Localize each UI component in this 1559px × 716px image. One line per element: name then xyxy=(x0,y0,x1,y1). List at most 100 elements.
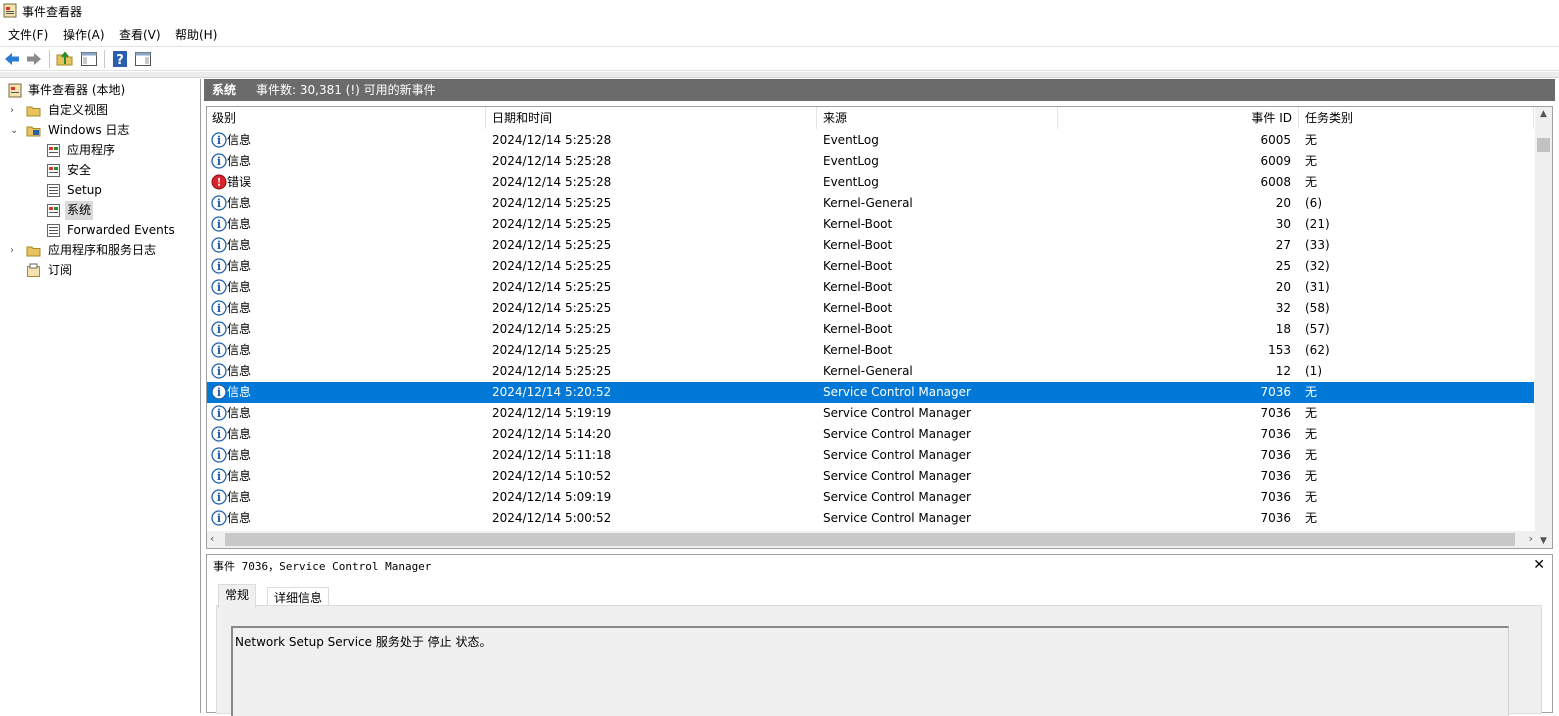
scroll-thumb[interactable] xyxy=(1537,138,1550,152)
horizontal-scrollbar[interactable]: ‹ › xyxy=(207,531,1536,548)
event-row[interactable]: i 信息 2024/12/14 5:25:25 Kernel-Boot 18 (57) xyxy=(207,319,1534,340)
column-header-event-id[interactable]: 事件 ID xyxy=(1059,107,1299,129)
event-row[interactable]: i 信息 2024/12/14 5:25:28 EventLog 6005 无 xyxy=(207,130,1534,151)
info-icon: i xyxy=(211,153,227,169)
scroll-down-icon[interactable]: ▼ xyxy=(1535,536,1552,546)
event-row[interactable]: i 信息 2024/12/14 5:25:25 Kernel-Boot 20 (31) xyxy=(207,277,1534,298)
event-level: 信息 xyxy=(227,511,252,525)
back-arrow-icon[interactable] xyxy=(3,50,21,68)
show-hide-tree-icon[interactable] xyxy=(80,50,98,68)
event-datetime: 2024/12/14 5:25:28 xyxy=(492,154,612,168)
event-task-category: 无 xyxy=(1305,469,1318,483)
event-level: 信息 xyxy=(227,343,252,357)
event-source: Kernel-Boot xyxy=(823,259,893,273)
scroll-up-icon[interactable]: ▲ xyxy=(1535,109,1552,119)
event-source: Service Control Manager xyxy=(823,448,971,462)
event-task-category: (57) xyxy=(1305,322,1330,336)
event-level: 信息 xyxy=(227,469,252,483)
event-row[interactable]: i 信息 2024/12/14 5:10:52 Service Control Man… xyxy=(207,466,1534,487)
event-source: Kernel-Boot xyxy=(823,280,893,294)
event-datetime: 2024/12/14 5:25:25 xyxy=(492,301,612,315)
svg-text:i: i xyxy=(217,155,221,168)
scroll-thumb[interactable] xyxy=(225,533,1515,546)
event-level: 信息 xyxy=(227,301,252,315)
tree-label: 自定义视图 xyxy=(48,103,109,117)
folder-icon xyxy=(26,246,41,257)
menu-help[interactable]: 帮助(H) xyxy=(175,26,217,43)
tree-label: 安全 xyxy=(67,163,92,177)
event-row[interactable]: i 信息 2024/12/14 5:20:52 Service Control Man… xyxy=(207,382,1534,403)
event-row[interactable]: i 信息 2024/12/14 5:00:52 Service Control Man… xyxy=(207,508,1534,529)
event-level: 信息 xyxy=(227,280,252,294)
event-task-category: (6) xyxy=(1305,196,1322,210)
event-row[interactable]: i 信息 2024/12/14 5:25:25 Kernel-Boot 153 (62) xyxy=(207,340,1534,361)
menu-file[interactable]: 文件(F) xyxy=(8,26,48,43)
event-row[interactable]: i 信息 2024/12/14 5:25:25 Kernel-Boot 25 (32) xyxy=(207,256,1534,277)
folder-up-icon[interactable] xyxy=(56,50,74,68)
event-datetime: 2024/12/14 5:25:28 xyxy=(492,175,612,189)
svg-text:i: i xyxy=(217,365,221,378)
event-id: 153 xyxy=(1268,343,1291,357)
tree-label: Windows 日志 xyxy=(48,123,130,137)
event-row[interactable]: i 信息 2024/12/14 5:11:18 Service Control Man… xyxy=(207,445,1534,466)
vertical-scrollbar[interactable]: ▲ ▼ xyxy=(1535,107,1552,548)
tree-label: 应用程序和服务日志 xyxy=(48,243,157,257)
svg-text:i: i xyxy=(217,239,221,252)
event-message[interactable]: Network Setup Service 服务处于 停止 状态。 xyxy=(231,626,1509,716)
column-header-source[interactable]: 来源 xyxy=(818,107,1058,129)
info-icon: i xyxy=(211,216,227,232)
info-icon: i xyxy=(211,510,227,526)
event-list[interactable]: 级别 日期和时间 来源 事件 ID 任务类别 i 信息 2024/12/14 5:2… xyxy=(206,106,1553,549)
event-row[interactable]: i 信息 2024/12/14 5:25:25 Kernel-General 12 (1) xyxy=(207,361,1534,382)
event-id: 7036 xyxy=(1260,406,1291,420)
event-source: Kernel-General xyxy=(823,196,913,210)
event-row[interactable]: i 信息 2024/12/14 5:25:25 Kernel-Boot 30 (21) xyxy=(207,214,1534,235)
forward-arrow-icon[interactable] xyxy=(25,50,43,68)
folder-icon xyxy=(26,126,41,137)
event-row[interactable]: i 信息 2024/12/14 5:25:25 Kernel-Boot 27 (33) xyxy=(207,235,1534,256)
event-row[interactable]: i 信息 2024/12/14 5:19:19 Service Control Man… xyxy=(207,403,1534,424)
event-task-category: (21) xyxy=(1305,217,1330,231)
expand-arrow-icon[interactable]: › xyxy=(10,101,20,120)
error-icon: ! xyxy=(211,174,227,190)
event-level: 信息 xyxy=(227,217,252,231)
tab-general[interactable]: 常规 xyxy=(218,584,257,608)
event-source: Kernel-Boot xyxy=(823,238,893,252)
event-row[interactable]: i 信息 2024/12/14 5:25:28 EventLog 6009 无 xyxy=(207,151,1534,172)
event-id: 18 xyxy=(1275,322,1291,336)
log-icon xyxy=(47,224,60,237)
menu-view[interactable]: 查看(V) xyxy=(119,26,161,43)
event-row[interactable]: i 信息 2024/12/14 5:25:25 Kernel-General 20 (6) xyxy=(207,193,1534,214)
column-header-level[interactable]: 级别 xyxy=(207,107,486,129)
menu-bar: 文件(F) 操作(A) 查看(V) 帮助(H) xyxy=(0,23,1559,43)
show-hide-action-pane-icon[interactable] xyxy=(134,50,152,68)
expand-arrow-icon[interactable]: › xyxy=(10,241,20,260)
info-icon: i xyxy=(211,237,227,253)
event-datetime: 2024/12/14 5:25:25 xyxy=(492,259,612,273)
close-icon[interactable]: ✕ xyxy=(1533,557,1545,573)
event-row[interactable]: ! 错误 2024/12/14 5:25:28 EventLog 6008 无 xyxy=(207,172,1534,193)
event-level: 信息 xyxy=(227,196,252,210)
event-source: EventLog xyxy=(823,154,879,168)
svg-text:i: i xyxy=(217,428,221,441)
scroll-left-icon[interactable]: ‹ xyxy=(210,532,214,545)
event-id: 7036 xyxy=(1260,385,1291,399)
svg-text:i: i xyxy=(217,491,221,504)
info-icon: i xyxy=(211,384,227,400)
menu-action[interactable]: 操作(A) xyxy=(63,26,105,43)
help-icon[interactable]: ? xyxy=(111,50,129,68)
event-row[interactable]: i 信息 2024/12/14 5:09:19 Service Control Man… xyxy=(207,487,1534,508)
svg-text:i: i xyxy=(217,218,221,231)
column-header-task-category[interactable]: 任务类别 xyxy=(1300,107,1534,129)
folder-icon xyxy=(26,106,41,117)
event-viewer-icon xyxy=(8,83,22,98)
event-detail-pane: 事件 7036，Service Control Manager ✕ 常规 详细信… xyxy=(206,554,1553,716)
collapse-arrow-icon[interactable]: ⌄ xyxy=(10,121,20,140)
event-task-category: (58) xyxy=(1305,301,1330,315)
event-row[interactable]: i 信息 2024/12/14 5:25:25 Kernel-Boot 32 (58) xyxy=(207,298,1534,319)
event-row[interactable]: i 信息 2024/12/14 5:14:20 Service Control Man… xyxy=(207,424,1534,445)
column-header-datetime[interactable]: 日期和时间 xyxy=(487,107,817,129)
info-icon: i xyxy=(211,342,227,358)
scroll-right-icon[interactable]: › xyxy=(1529,532,1533,545)
svg-text:i: i xyxy=(217,323,221,336)
